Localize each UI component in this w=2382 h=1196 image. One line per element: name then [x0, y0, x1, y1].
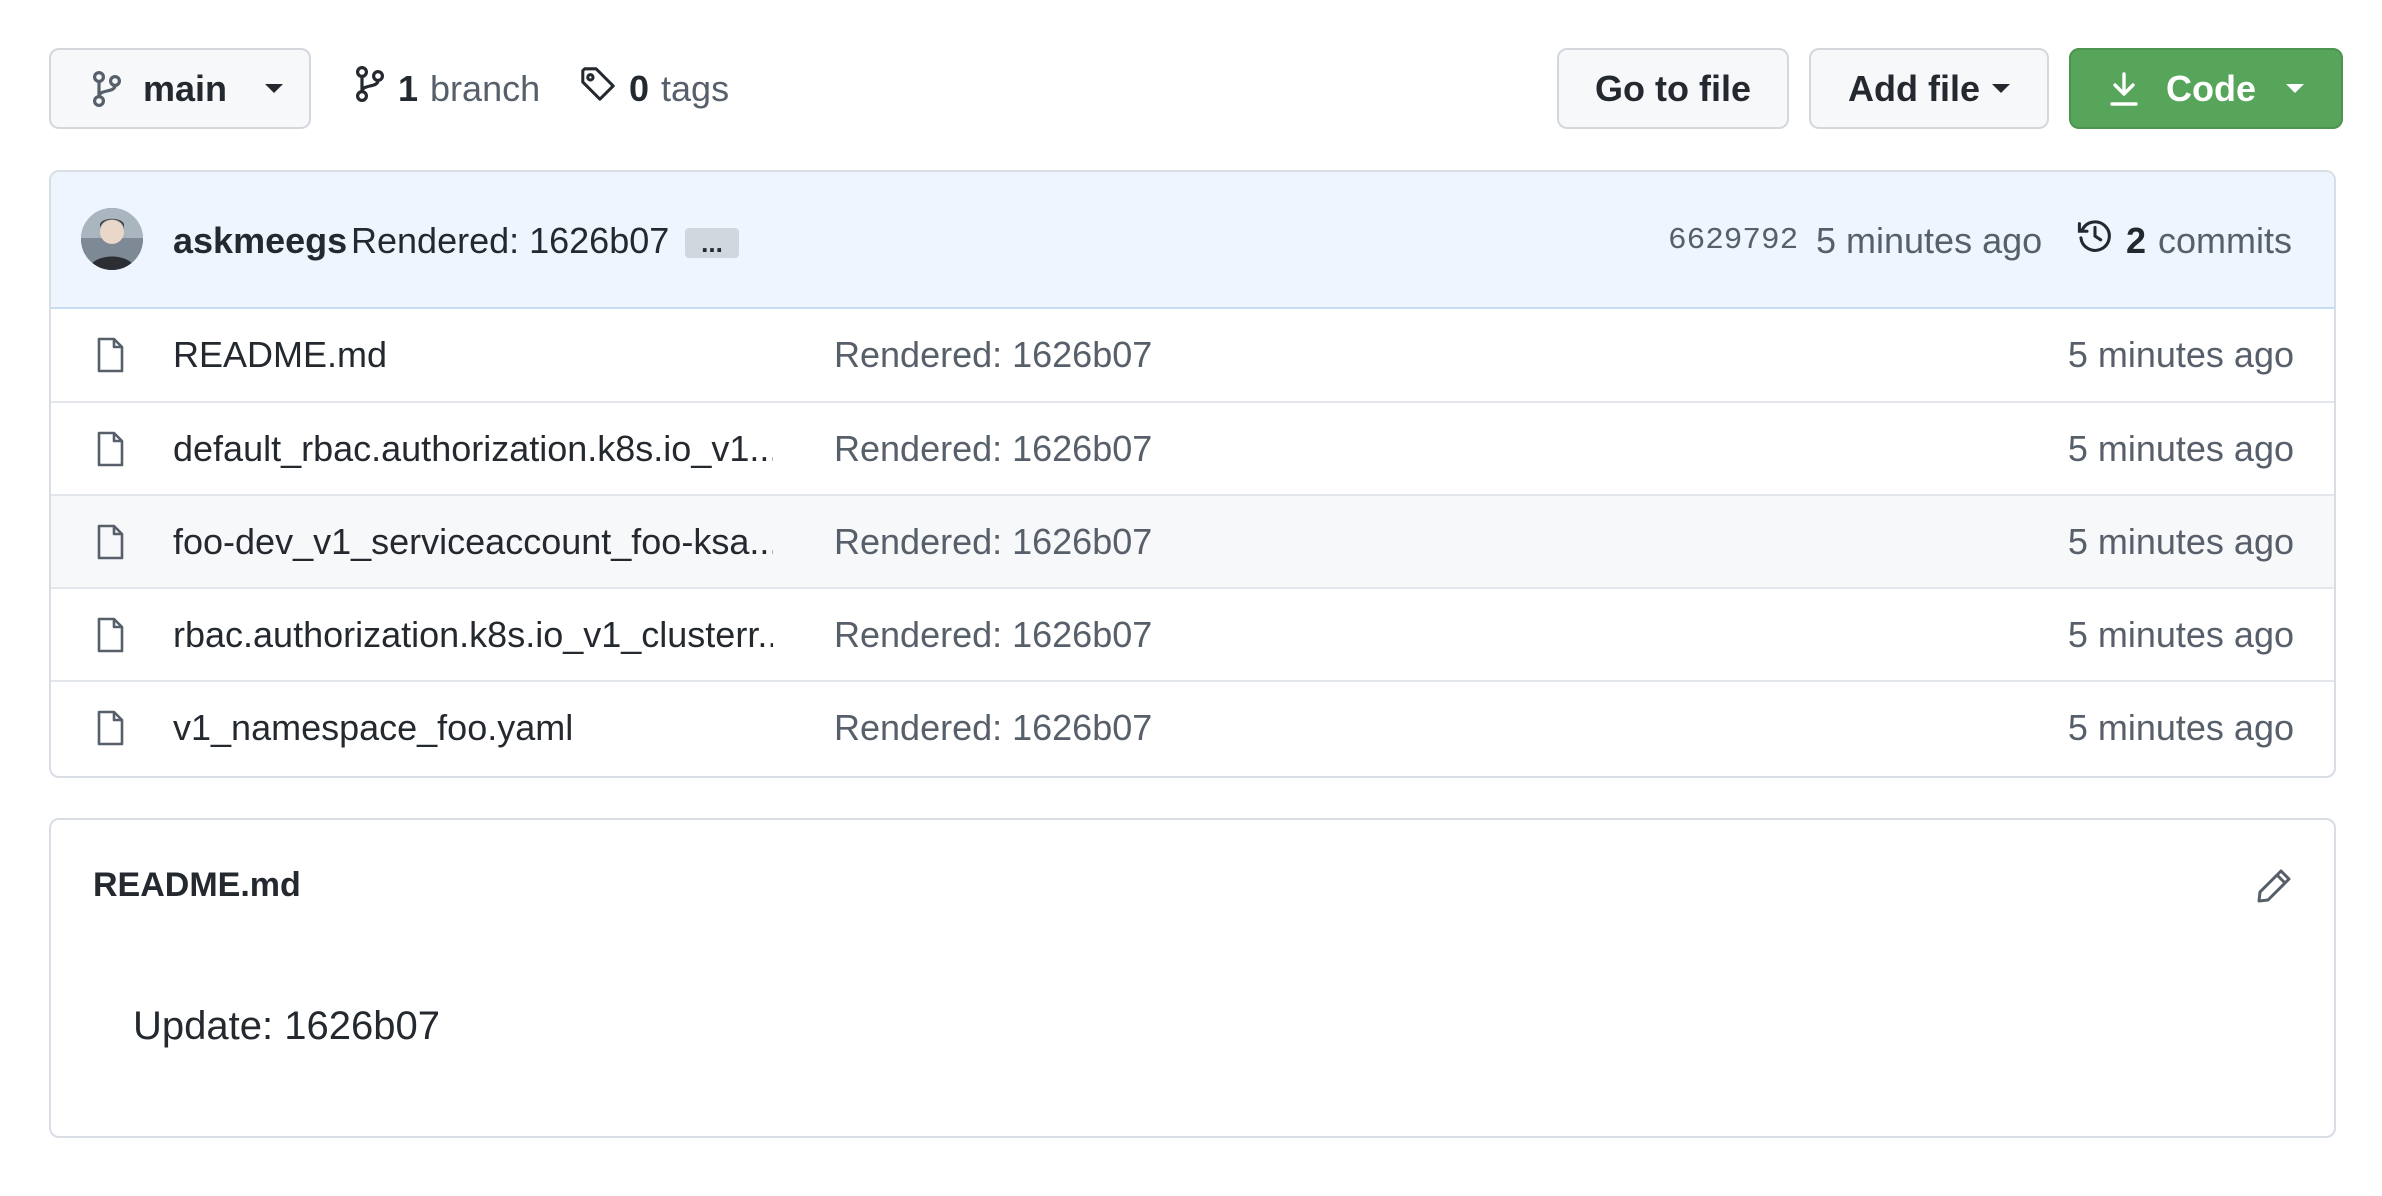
add-file-button[interactable]: Add file: [1809, 48, 2049, 129]
file-commit-message-link[interactable]: Rendered: 1626b07: [834, 589, 1152, 680]
branch-selector-button[interactable]: main: [49, 48, 311, 129]
readme-title-link[interactable]: README.md: [93, 866, 301, 905]
readme-box: README.md Update: 1626b07: [49, 818, 2336, 1138]
repo-page: main 1 branch 0 tags Go to file Add file…: [0, 0, 2382, 1196]
file-icon: [95, 431, 125, 472]
code-label: Code: [2166, 67, 2256, 109]
commit-author-link[interactable]: askmeegs: [173, 172, 347, 309]
tags-link[interactable]: 0 tags: [579, 48, 729, 129]
file-icon: [95, 524, 125, 565]
file-name-link[interactable]: default_rbac.authorization.k8s.io_v1...: [173, 403, 773, 494]
file-commit-time: 5 minutes ago: [2067, 520, 2294, 562]
commits-history-link[interactable]: 2 commits: [2076, 172, 2292, 309]
file-name-link[interactable]: v1_namespace_foo.yaml: [173, 682, 773, 773]
file-commit-message-link[interactable]: Rendered: 1626b07: [834, 496, 1152, 587]
repo-toolbar: main 1 branch 0 tags Go to file Add file…: [49, 48, 2343, 130]
file-name-link[interactable]: rbac.authorization.k8s.io_v1_clusterr...: [173, 589, 773, 680]
table-row[interactable]: v1_namespace_foo.yaml Rendered: 1626b07 …: [51, 680, 2334, 773]
branch-name: main: [143, 67, 228, 109]
download-icon: [2108, 70, 2140, 108]
tags-label: tags: [661, 67, 730, 109]
chevron-down-icon: [265, 84, 284, 93]
commit-time: 5 minutes ago: [1816, 219, 2043, 261]
code-button[interactable]: Code: [2069, 48, 2343, 129]
commit-message-link[interactable]: Rendered: 1626b07: [351, 172, 669, 309]
table-row[interactable]: rbac.authorization.k8s.io_v1_clusterr...…: [51, 587, 2334, 680]
file-list: README.md Rendered: 1626b07 5 minutes ag…: [51, 309, 2334, 773]
file-name-link[interactable]: foo-dev_v1_serviceaccount_foo-ksa...: [173, 496, 773, 587]
git-branch-icon: [91, 69, 123, 109]
go-to-file-button[interactable]: Go to file: [1557, 48, 1789, 129]
file-commit-message-link[interactable]: Rendered: 1626b07: [834, 403, 1152, 494]
file-commit-time: 5 minutes ago: [2067, 333, 2294, 375]
file-commit-time: 5 minutes ago: [2067, 613, 2294, 655]
tag-icon: [579, 65, 617, 112]
file-commit-message-link[interactable]: Rendered: 1626b07: [834, 682, 1152, 773]
branches-label: branch: [430, 67, 541, 109]
branches-count: 1: [398, 67, 419, 109]
pencil-icon[interactable]: [2254, 866, 2294, 906]
commit-expand-button[interactable]: ...: [685, 228, 739, 258]
commit-sha-link[interactable]: 6629792: [1668, 172, 1798, 309]
file-icon: [95, 337, 125, 378]
table-row[interactable]: default_rbac.authorization.k8s.io_v1... …: [51, 401, 2334, 494]
chevron-down-icon: [1992, 84, 2010, 93]
chevron-down-icon: [2286, 84, 2304, 93]
commits-label: commits: [2158, 219, 2293, 261]
go-to-file-label: Go to file: [1595, 67, 1751, 109]
file-icon: [95, 617, 125, 658]
history-icon: [2076, 217, 2114, 264]
table-row[interactable]: foo-dev_v1_serviceaccount_foo-ksa... Ren…: [51, 494, 2334, 587]
tags-count: 0: [629, 67, 650, 109]
file-name-link[interactable]: README.md: [173, 309, 773, 400]
file-icon: [95, 710, 125, 751]
file-list-box: askmeegs Rendered: 1626b07 ... 6629792 5…: [49, 170, 2336, 778]
branches-link[interactable]: 1 branch: [354, 48, 540, 129]
add-file-label: Add file: [1848, 67, 1980, 109]
git-branch-icon: [354, 64, 386, 113]
latest-commit-bar: askmeegs Rendered: 1626b07 ... 6629792 5…: [51, 172, 2334, 309]
file-commit-time: 5 minutes ago: [2067, 427, 2294, 469]
table-row[interactable]: README.md Rendered: 1626b07 5 minutes ag…: [51, 309, 2334, 401]
readme-content: Update: 1626b07: [133, 1004, 440, 1048]
avatar[interactable]: [81, 208, 143, 270]
file-commit-time: 5 minutes ago: [2067, 706, 2294, 748]
file-commit-message-link[interactable]: Rendered: 1626b07: [834, 309, 1152, 400]
commits-count: 2: [2126, 219, 2147, 261]
